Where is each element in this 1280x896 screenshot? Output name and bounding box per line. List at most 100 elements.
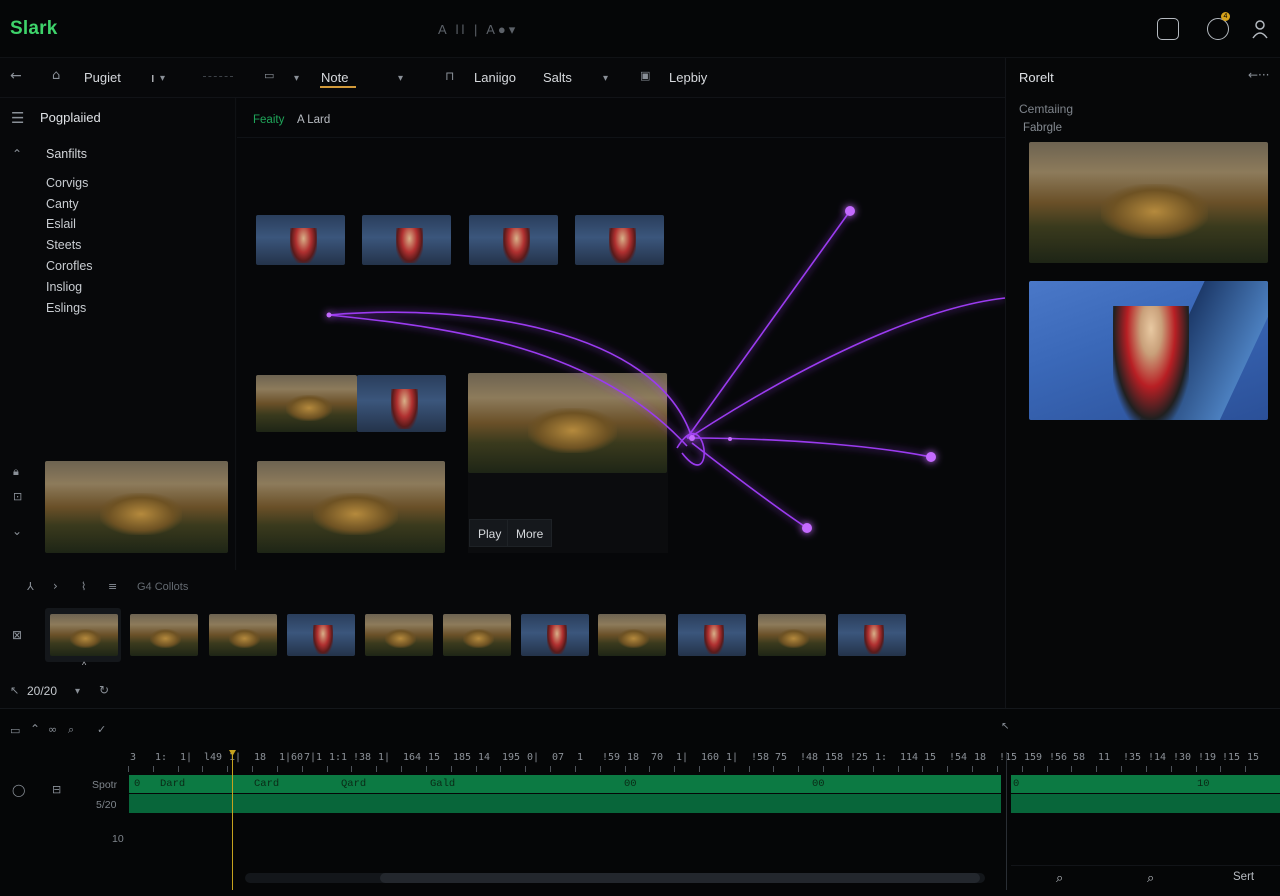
- ruler-tick: [178, 766, 179, 772]
- notification-icon[interactable]: [1207, 18, 1229, 40]
- bag-icon[interactable]: [1157, 18, 1179, 40]
- person-icon[interactable]: ⅄: [27, 580, 34, 593]
- zoom-out-icon[interactable]: ⌕: [1056, 870, 1063, 886]
- sidebar-title: Pogplaiied: [40, 110, 101, 125]
- record-icon[interactable]: ◯: [12, 783, 25, 797]
- image-icon[interactable]: ▣: [640, 69, 650, 82]
- back-arrow-icon[interactable]: ←: [10, 68, 22, 84]
- refresh-icon[interactable]: ↻: [99, 683, 109, 697]
- ruler-tick-label: 1: [577, 752, 584, 763]
- check-icon[interactable]: ✓: [97, 723, 106, 736]
- track-label: 5/20: [96, 799, 117, 811]
- connection-line: [328, 314, 688, 447]
- frame-counter: 20/20: [27, 684, 58, 698]
- playhead[interactable]: [232, 752, 233, 890]
- filmstrip-thumb[interactable]: [598, 614, 666, 656]
- link-icon[interactable]: ∞: [48, 723, 57, 736]
- caret-up-icon[interactable]: ⌃: [30, 722, 40, 736]
- sidebar-item[interactable]: Eslail: [46, 217, 76, 231]
- ruler-tick-label: 58: [1073, 752, 1086, 763]
- save-icon[interactable]: ⊟: [52, 783, 61, 796]
- sidebar-section[interactable]: Sanfilts: [46, 147, 87, 161]
- filmstrip-thumb[interactable]: [50, 614, 118, 656]
- filmstrip-thumb[interactable]: [521, 614, 589, 656]
- ruler-tick-label: 160: [701, 752, 720, 763]
- list-icon[interactable]: ≡: [108, 580, 117, 593]
- ruler-tick: [1245, 766, 1246, 772]
- sort-button[interactable]: Sert: [1233, 871, 1254, 883]
- ruler-tick-label: 7|1: [304, 752, 323, 763]
- filmstrip-thumb[interactable]: [443, 614, 511, 656]
- sidebar-item[interactable]: Corvigs: [46, 176, 88, 190]
- ruler-tick-label: !25: [850, 752, 869, 763]
- filmstrip-thumb[interactable]: [758, 614, 826, 656]
- collapse-icon[interactable]: ⌃: [12, 147, 22, 161]
- chevron-down-icon[interactable]: ▾: [603, 73, 608, 84]
- app-logo[interactable]: Slark: [10, 18, 57, 40]
- media-thumbnail[interactable]: [45, 461, 228, 553]
- attachment-icon[interactable]: ⌇: [81, 580, 86, 593]
- lock-icon[interactable]: ⊓: [445, 69, 454, 83]
- sidebar-item[interactable]: Canty: [46, 197, 79, 211]
- ruler-tick: [600, 766, 601, 772]
- clip-icon[interactable]: ▭: [10, 724, 20, 737]
- search-icon[interactable]: ⌕: [68, 723, 74, 737]
- ruler-tick-label: 3: [130, 752, 137, 763]
- layout-icon[interactable]: ▭: [264, 69, 274, 82]
- ruler-tick: [575, 766, 576, 772]
- ruler-tick: [153, 766, 154, 772]
- sidebar-item[interactable]: Corofles: [46, 259, 93, 273]
- filmstrip-thumb[interactable]: [678, 614, 746, 656]
- ruler-tick-label: 07: [552, 752, 565, 763]
- ruler-tick: [848, 766, 849, 772]
- sidebar-item[interactable]: Eslings: [46, 301, 86, 315]
- chevron-down-icon[interactable]: ▾: [160, 73, 165, 84]
- ruler-tick: [625, 766, 626, 772]
- pointer-icon[interactable]: ↖: [10, 684, 19, 697]
- ruler-tick: [401, 766, 402, 772]
- more-options-icon[interactable]: ←···: [1248, 68, 1270, 82]
- ruler-tick-label: 1|: [229, 752, 242, 763]
- language-menu[interactable]: Laniigo: [474, 70, 516, 85]
- ruler-tick-label: !15: [999, 752, 1018, 763]
- tab-note[interactable]: Note: [321, 70, 348, 85]
- menu-icon[interactable]: ☰: [11, 109, 24, 127]
- ruler-tick: [972, 766, 973, 772]
- top-bar: [0, 0, 1280, 58]
- ruler-tick-label: !38: [353, 752, 372, 763]
- sidebar-item[interactable]: Insliog: [46, 280, 82, 294]
- zoom-in-icon[interactable]: ⌕: [1147, 870, 1154, 886]
- asset-preview[interactable]: [1029, 281, 1268, 420]
- ruler-tick-label: !54: [949, 752, 968, 763]
- project-menu[interactable]: Pugiet: [84, 70, 121, 85]
- sales-menu[interactable]: Salts: [543, 70, 572, 85]
- separator: [203, 76, 233, 77]
- asset-preview[interactable]: [1029, 142, 1268, 263]
- ruler-tick-label: 159: [1024, 752, 1043, 763]
- video-track[interactable]: [1011, 775, 1280, 793]
- filmstrip-thumb[interactable]: [130, 614, 198, 656]
- ruler-tick: [451, 766, 452, 772]
- audio-track[interactable]: [129, 794, 1001, 813]
- audio-track[interactable]: [1011, 794, 1280, 813]
- sidebar-item[interactable]: Steets: [46, 238, 81, 252]
- scrollbar-thumb[interactable]: [380, 873, 980, 883]
- chevron-right-icon[interactable]: ›: [53, 579, 58, 593]
- home-icon[interactable]: ⌂: [52, 68, 60, 83]
- chevron-down-icon[interactable]: ▾: [294, 73, 299, 84]
- chevron-down-icon[interactable]: ▾: [398, 73, 403, 84]
- ruler-tick-label: 114: [900, 752, 919, 763]
- chevron-down-icon[interactable]: ⌄: [12, 524, 22, 538]
- profile-icon[interactable]: [1252, 18, 1268, 40]
- ruler-tick: [202, 766, 203, 772]
- filmstrip-thumb[interactable]: [365, 614, 433, 656]
- bag-icon[interactable]: ⊡: [13, 490, 22, 503]
- chevron-down-icon[interactable]: ▾: [75, 686, 80, 697]
- filmstrip-thumb[interactable]: [838, 614, 906, 656]
- filmstrip-thumb[interactable]: [287, 614, 355, 656]
- filmstrip-thumb[interactable]: [209, 614, 277, 656]
- display-menu[interactable]: Lepbiy: [669, 70, 707, 85]
- gallery-icon[interactable]: ⊠: [12, 628, 22, 642]
- lock-icon[interactable]: 🔒︎: [13, 465, 19, 479]
- ruler-tick-label: 70: [651, 752, 664, 763]
